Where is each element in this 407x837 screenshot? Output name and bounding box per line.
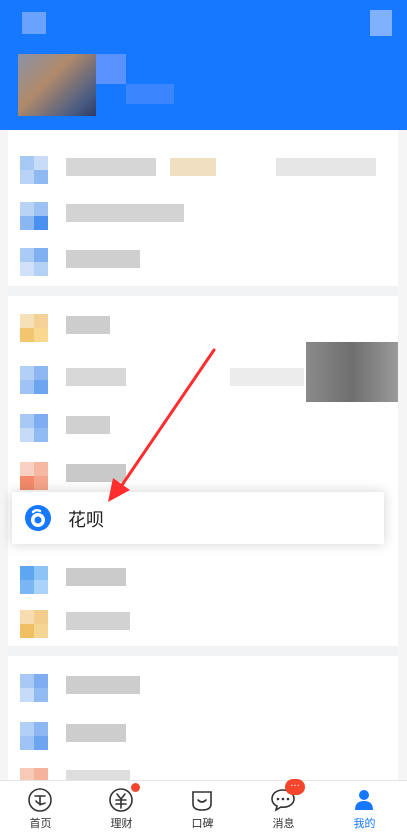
list-item[interactable]: [8, 708, 398, 756]
profile-icon: [355, 790, 373, 810]
blurred-icon: [20, 414, 48, 442]
tab-label: 我的: [353, 817, 376, 830]
blurred-text: [66, 158, 156, 176]
message-badge: ···: [285, 779, 305, 795]
pixel-block: [370, 10, 392, 36]
blurred-icon: [20, 202, 48, 230]
blurred-text: [170, 158, 216, 176]
blurred-icon: [20, 156, 48, 184]
koubei-icon: [192, 791, 212, 811]
pixel-block: [96, 54, 126, 84]
blurred-icon: [20, 566, 48, 594]
list-item[interactable]: [8, 596, 398, 644]
blurred-text: [66, 316, 110, 334]
tab-label: 口碑: [191, 817, 214, 830]
list-item[interactable]: [8, 342, 398, 402]
blurred-text: [66, 416, 110, 434]
list-item[interactable]: [8, 234, 398, 282]
blurred-text: [66, 250, 140, 268]
bottom-tab-bar: 首页 理财 口碑 ··· 消息 我的: [0, 779, 407, 837]
list-item[interactable]: [8, 552, 398, 600]
blurred-icon: [20, 610, 48, 638]
tab-profile[interactable]: 我的: [324, 781, 405, 837]
notification-dot: [131, 783, 140, 792]
tab-label: 理财: [110, 817, 133, 830]
tab-label: 首页: [29, 817, 52, 830]
tab-messages[interactable]: ··· 消息: [243, 779, 324, 837]
section-divider: [8, 646, 398, 656]
home-icon: [28, 788, 52, 812]
list-item[interactable]: [8, 660, 398, 708]
wealth-icon: [109, 788, 133, 812]
profile-header[interactable]: [0, 0, 407, 130]
pixel-block: [126, 84, 174, 104]
blurred-icon: [20, 674, 48, 702]
blurred-text: [66, 464, 126, 482]
blurred-thumbnail: [306, 342, 398, 402]
section-divider: [8, 286, 398, 296]
blurred-text: [66, 724, 126, 742]
huabei-icon: [25, 505, 51, 531]
menu-list: [8, 130, 398, 796]
list-item[interactable]: [8, 188, 398, 236]
blurred-text: [230, 368, 304, 386]
huabei-label: 花呗: [68, 510, 104, 531]
blurred-icon: [20, 462, 48, 490]
list-item[interactable]: [8, 448, 398, 496]
pixel-block: [22, 12, 46, 34]
tab-wealth[interactable]: 理财: [81, 781, 162, 837]
tab-home[interactable]: 首页: [0, 781, 81, 837]
alipay-me-page: 花呗 首页 理财 口碑 ··· 消息 我的: [0, 0, 407, 837]
list-item[interactable]: [8, 400, 398, 448]
tab-label: 消息: [272, 817, 295, 830]
blurred-text: [66, 568, 126, 586]
list-item[interactable]: [8, 142, 398, 190]
blurred-text: [66, 368, 126, 386]
blurred-text: [66, 612, 130, 630]
blurred-icon: [20, 314, 48, 342]
blurred-text: [276, 158, 376, 176]
tab-koubei[interactable]: 口碑: [162, 781, 243, 837]
list-item[interactable]: [8, 300, 398, 348]
blurred-text: [66, 204, 184, 222]
blurred-text: [66, 676, 140, 694]
avatar[interactable]: [18, 54, 96, 116]
blurred-icon: [20, 248, 48, 276]
blurred-icon: [20, 366, 48, 394]
blurred-icon: [20, 722, 48, 750]
huabei-menu-item[interactable]: 花呗: [12, 492, 384, 544]
